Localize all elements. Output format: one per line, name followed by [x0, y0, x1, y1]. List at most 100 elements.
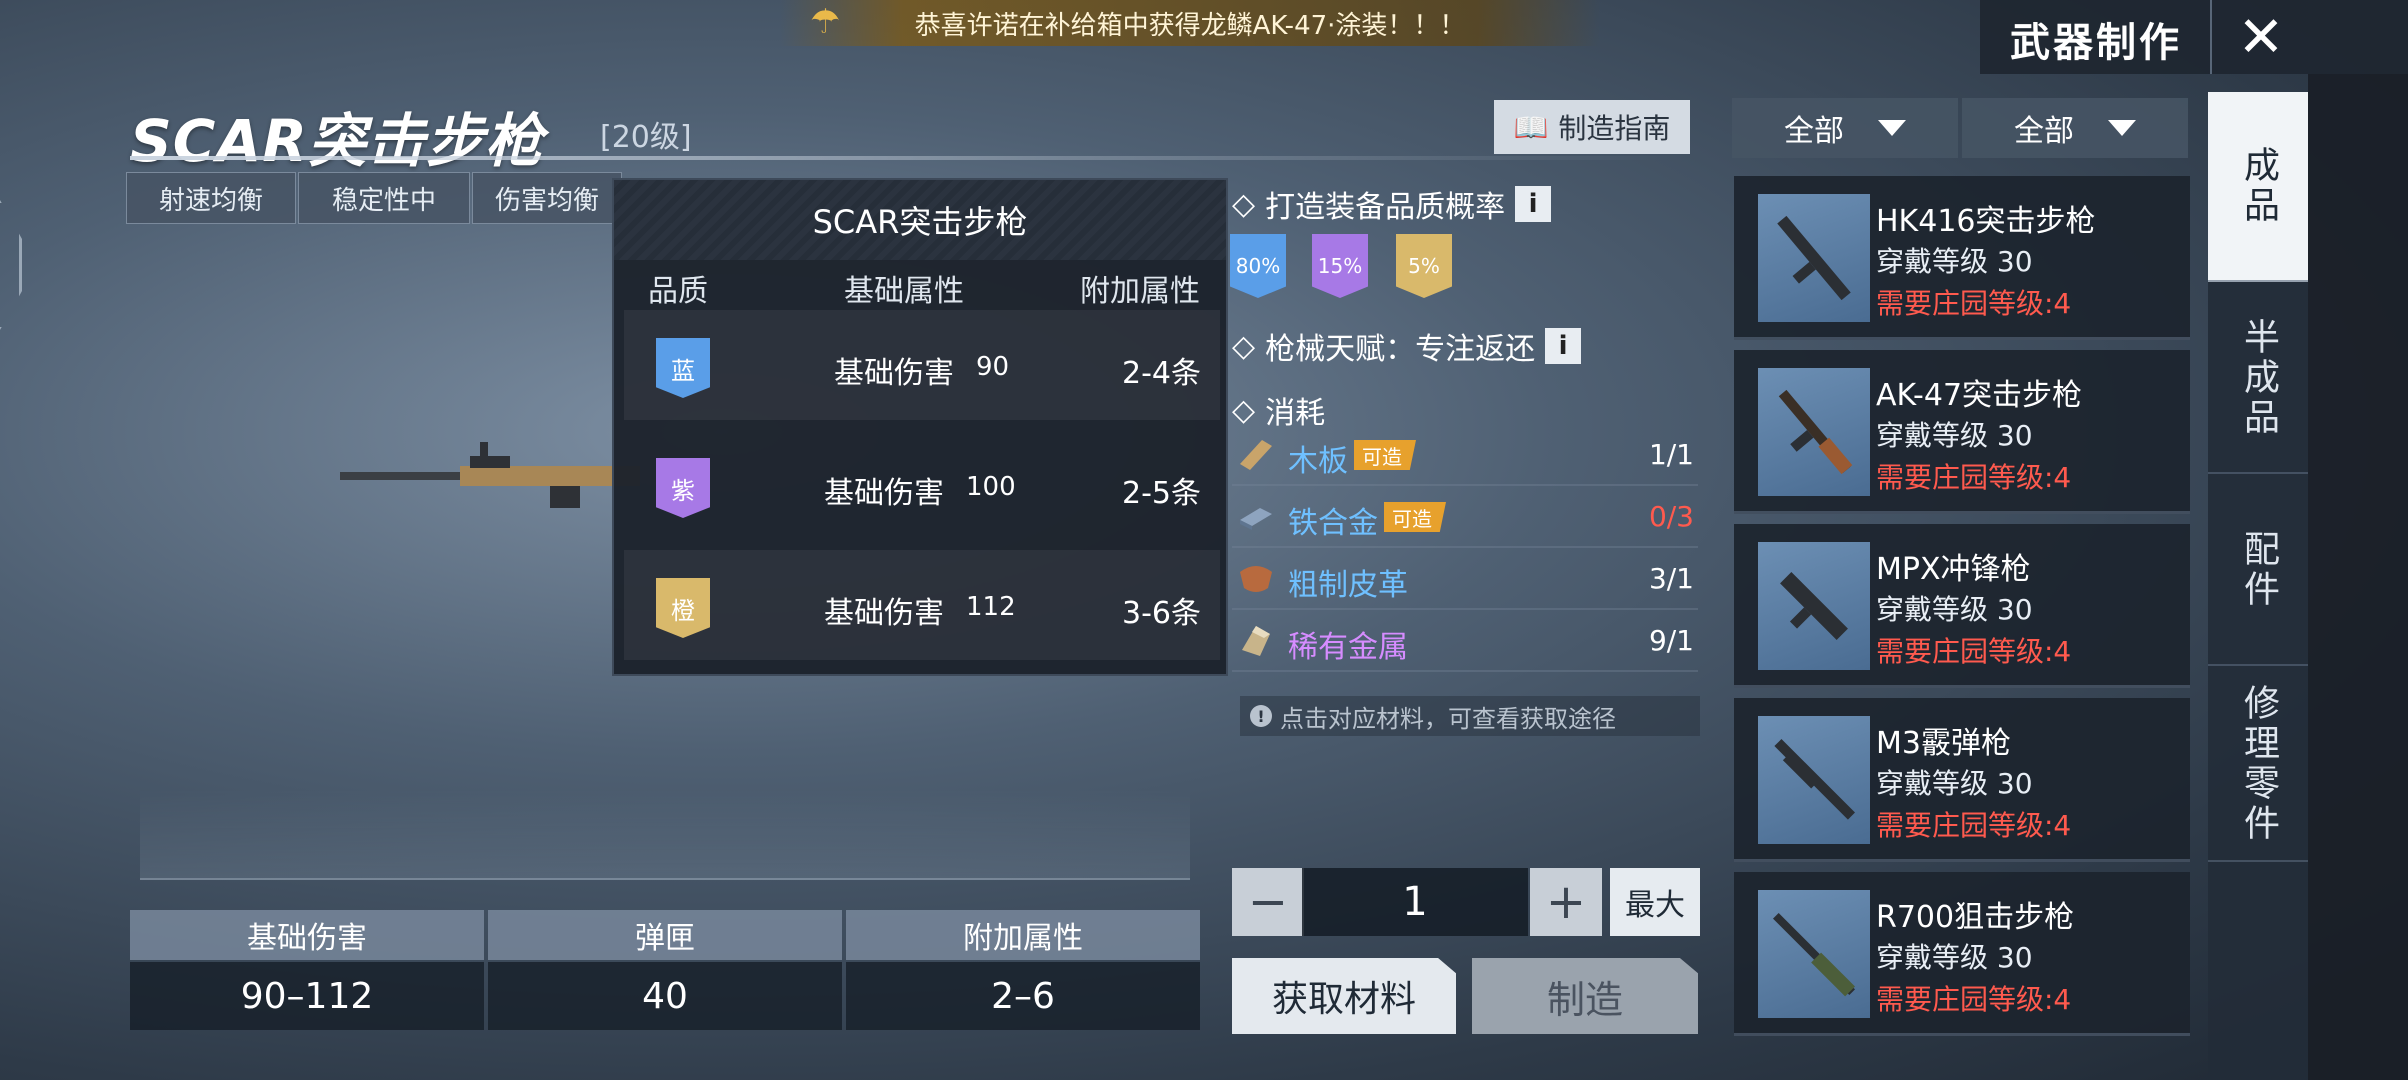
- material-name: 铁合金: [1288, 506, 1378, 541]
- item-level: 穿戴等级 30: [1876, 593, 2033, 626]
- material-row[interactable]: 铁合金 可造 0/3: [1232, 488, 1698, 548]
- craft-button[interactable]: 制造: [1472, 958, 1698, 1034]
- stat-header-magazine: 弹匣: [488, 910, 842, 960]
- rifle-icon: [1758, 194, 1870, 322]
- item-level: 穿戴等级 30: [1876, 419, 2033, 452]
- material-name: 粗制皮革: [1288, 568, 1408, 603]
- max-button[interactable]: 最大: [1610, 868, 1700, 936]
- filter-dropdown-2[interactable]: 全部: [1962, 98, 2188, 158]
- craftable-tag: 可造: [1354, 440, 1416, 470]
- diamond-icon: ◇: [1232, 392, 1256, 428]
- material-row[interactable]: 稀有金属 9/1: [1232, 612, 1698, 672]
- weapon-tag: 射速均衡: [126, 172, 296, 224]
- left-edge-decoration: [0, 200, 22, 330]
- material-count: 3/1: [1648, 562, 1694, 595]
- filter-label: 全部: [2014, 114, 2074, 149]
- extra-value: 3-6条: [1122, 596, 1201, 631]
- base-label: 基础伤害: [834, 356, 954, 391]
- quantity-field[interactable]: 1: [1302, 868, 1528, 936]
- item-requirement: 需要庄园等级:4: [1876, 461, 2072, 494]
- hint-text: 点击对应材料，可查看获取途径: [1280, 704, 1616, 733]
- right-strip: [2308, 74, 2408, 1080]
- item-name: R700狙击步枪: [1876, 900, 2075, 935]
- material-count: 1/1: [1648, 438, 1694, 471]
- craftable-tag: 可造: [1384, 502, 1446, 532]
- filter-label: 全部: [1784, 114, 1844, 149]
- close-button[interactable]: ✕: [2210, 0, 2310, 74]
- craft-guide-label: 制造指南: [1558, 112, 1671, 145]
- prob-badge-blue: 80%: [1230, 234, 1286, 298]
- item-name: M3霰弹枪: [1876, 726, 2011, 761]
- leather-icon: [1240, 566, 1272, 592]
- title-divider: [130, 156, 1690, 160]
- stat-header-extra: 附加属性: [846, 910, 1200, 960]
- base-value: 100: [966, 472, 1016, 502]
- weapon-name: SCAR突击步枪: [130, 107, 544, 175]
- increase-button[interactable]: +: [1530, 868, 1602, 936]
- shotgun-icon: [1758, 716, 1870, 844]
- material-row[interactable]: 粗制皮革 3/1: [1232, 550, 1698, 610]
- popup-row: 紫 基础伤害 100 2-5条: [624, 430, 1220, 540]
- popup-row: 蓝 基础伤害 90 2-4条: [624, 310, 1220, 420]
- item-card[interactable]: MPX冲锋枪 穿戴等级 30 需要庄园等级:4: [1734, 524, 2190, 688]
- filter-dropdown-1[interactable]: 全部: [1732, 98, 1958, 158]
- prob-badge-orange: 5%: [1396, 234, 1452, 298]
- item-requirement: 需要庄园等级:4: [1876, 287, 2072, 320]
- popup-header-base: 基础属性: [844, 274, 964, 309]
- popup-header-quality: 品质: [648, 274, 708, 309]
- close-icon: ✕: [2237, 4, 2285, 70]
- stat-header-damage: 基础伤害: [130, 910, 484, 960]
- popup-row: 橙 基础伤害 112 3-6条: [624, 550, 1220, 660]
- quality-popup: SCAR突击步枪 品质 基础属性 附加属性 蓝 基础伤害 90 2-4条 紫 基…: [612, 178, 1228, 676]
- stat-value-damage: 90–112: [130, 962, 484, 1030]
- item-card[interactable]: M3霰弹枪 穿戴等级 30 需要庄园等级:4: [1734, 698, 2190, 862]
- banner-text: 恭喜许诺在补给箱中获得龙鳞AK-47·涂装！！！: [914, 10, 1466, 41]
- talent-info-button[interactable]: i: [1545, 328, 1582, 364]
- rifle-icon: [1758, 368, 1870, 496]
- base-value: 112: [966, 592, 1016, 622]
- tab-finished[interactable]: 成品: [2208, 92, 2308, 282]
- item-name: HK416突击步枪: [1876, 204, 2096, 239]
- item-card[interactable]: HK416突击步枪 穿戴等级 30 需要庄园等级:4: [1734, 176, 2190, 340]
- quality-info-button[interactable]: i: [1515, 186, 1552, 222]
- material-count: 9/1: [1648, 624, 1694, 657]
- dropdown-arrow-icon: [2108, 120, 2136, 136]
- extra-value: 2-5条: [1122, 476, 1201, 511]
- dropdown-arrow-icon: [1878, 120, 1906, 136]
- book-icon: 📖: [1513, 110, 1549, 144]
- tab-semi-finished[interactable]: 半成品: [2208, 284, 2308, 474]
- item-card[interactable]: R700狙击步枪 穿戴等级 30 需要庄园等级:4: [1734, 872, 2190, 1036]
- quality-prob-label: 打造装备品质概率: [1265, 190, 1506, 225]
- announcement-banner: ☂ 恭喜许诺在补给箱中获得龙鳞AK-47·涂装！！！: [780, 0, 1600, 46]
- info-circle-icon: !: [1250, 705, 1272, 727]
- stat-value-extra: 2–6: [846, 962, 1200, 1030]
- base-value: 90: [976, 352, 1010, 382]
- parachute-icon: ☂: [810, 2, 841, 42]
- item-level: 穿戴等级 30: [1876, 767, 2033, 800]
- extra-value: 2-4条: [1122, 356, 1201, 391]
- item-requirement: 需要庄园等级:4: [1876, 983, 2072, 1016]
- popup-header-extra: 附加属性: [1080, 274, 1200, 309]
- diamond-icon: ◇: [1232, 186, 1256, 222]
- category-tabs: 成品 半成品 配件 修理零件: [2208, 92, 2308, 1080]
- item-requirement: 需要庄园等级:4: [1876, 635, 2072, 668]
- item-level: 穿戴等级 30: [1876, 941, 2033, 974]
- wood-plank-icon: [1240, 440, 1272, 470]
- decrease-button[interactable]: −: [1232, 868, 1304, 936]
- item-level: 穿戴等级 30: [1876, 245, 2033, 278]
- material-count: 0/3: [1648, 500, 1694, 533]
- weapon-display-platform: [140, 790, 1190, 880]
- weapon-tag: 伤害均衡: [472, 172, 622, 224]
- tab-repair-parts[interactable]: 修理零件: [2208, 668, 2308, 862]
- quality-prob-section: ◇ 打造装备品质概率 i: [1232, 182, 1552, 226]
- craft-guide-button[interactable]: 📖 制造指南: [1494, 100, 1690, 154]
- tab-accessories[interactable]: 配件: [2208, 476, 2308, 666]
- get-materials-button[interactable]: 获取材料: [1232, 958, 1456, 1034]
- diamond-icon: ◇: [1232, 328, 1256, 364]
- quality-badge: 蓝: [656, 338, 710, 398]
- stat-value-magazine: 40: [488, 962, 842, 1030]
- item-card[interactable]: AK-47突击步枪 穿戴等级 30 需要庄园等级:4: [1734, 350, 2190, 514]
- iron-alloy-icon: [1240, 508, 1272, 530]
- quality-badge: 橙: [656, 578, 710, 638]
- material-row[interactable]: 木板 可造 1/1: [1232, 426, 1698, 486]
